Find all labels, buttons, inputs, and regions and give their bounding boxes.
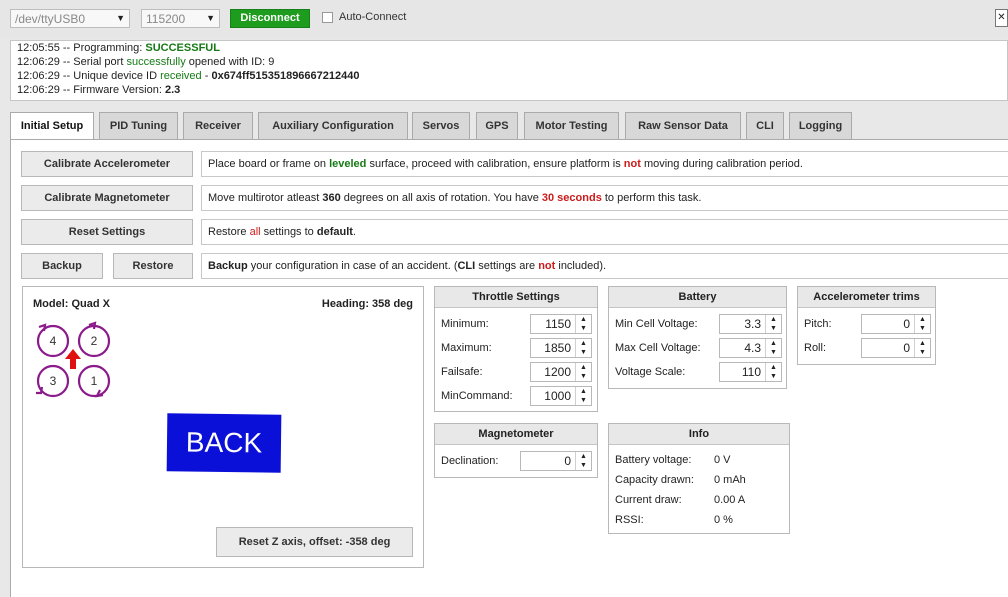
throttle-settings-title: Throttle Settings	[435, 287, 597, 308]
baud-select-value: 115200	[146, 12, 186, 26]
backup-button[interactable]: Backup	[21, 253, 103, 279]
throttle-maximum-label: Maximum:	[441, 342, 492, 354]
rssi-label: RSSI:	[615, 514, 644, 526]
current-draw-label: Current draw:	[615, 494, 682, 506]
log-line: 12:06:29 -- Firmware Version: 2.3	[17, 84, 181, 96]
tab-auxiliary-configuration[interactable]: Auxiliary Configuration	[258, 112, 408, 139]
tab-cli[interactable]: CLI	[746, 112, 784, 139]
chevron-down-icon: ▼	[116, 13, 125, 23]
close-icon[interactable]: ✕	[995, 9, 1008, 27]
capacity-drawn-label: Capacity drawn:	[615, 474, 694, 486]
stepper-icon: ▲ ▼	[575, 339, 591, 357]
chevron-down-icon: ▼	[206, 13, 215, 23]
magnetometer-title: Magnetometer	[435, 424, 597, 445]
stepper-icon: ▲ ▼	[914, 339, 930, 357]
top-toolbar: /dev/ttyUSB0 ▼ 115200 ▼ Disconnect Auto-…	[0, 0, 1008, 38]
roll-trim-label: Roll:	[804, 342, 827, 354]
auto-connect-toggle[interactable]: Auto-Connect	[322, 11, 406, 23]
calibrate-accelerometer-button[interactable]: Calibrate Accelerometer	[21, 151, 193, 177]
tab-receiver[interactable]: Receiver	[183, 112, 253, 139]
accelerometer-trims-title: Accelerometer trims	[798, 287, 935, 308]
stepper-icon: ▲ ▼	[765, 339, 781, 357]
motor-3-label: 3	[50, 374, 57, 388]
battery-voltage-label: Battery voltage:	[615, 454, 692, 466]
min-cell-voltage-input[interactable]: 3.3 ▲ ▼	[719, 314, 782, 334]
calibrate-accelerometer-description: Place board or frame on leveled surface,…	[201, 151, 1008, 177]
throttle-failsafe-label: Failsafe:	[441, 366, 483, 378]
throttle-mincommand-label: MinCommand:	[441, 390, 513, 402]
info-title: Info	[609, 424, 789, 445]
motor-4-label: 4	[50, 334, 57, 348]
battery-box: Battery Min Cell Voltage: 3.3 ▲ ▼ Max Cell…	[608, 286, 787, 389]
heading-label: Heading: 358 deg	[321, 298, 413, 310]
pitch-trim-label: Pitch:	[804, 318, 832, 330]
battery-voltage-value: 0 V	[714, 454, 731, 466]
quad-x-diagram: 4 2 3 1	[36, 321, 111, 398]
port-select-value: /dev/ttyUSB0	[15, 12, 86, 26]
restore-button[interactable]: Restore	[113, 253, 193, 279]
direction-arrow-icon	[65, 349, 81, 369]
tab-logging[interactable]: Logging	[789, 112, 852, 139]
rssi-value: 0 %	[714, 514, 733, 526]
stepper-icon: ▲ ▼	[914, 315, 930, 333]
stepper-icon: ▲ ▼	[575, 452, 591, 470]
port-select[interactable]: /dev/ttyUSB0 ▼	[10, 9, 130, 28]
auto-connect-checkbox[interactable]	[322, 11, 333, 23]
model-view: Model: Quad X Heading: 358 deg 4 2 3 1 B…	[22, 286, 424, 568]
info-box: Info Battery voltage: 0 V Capacity drawn…	[608, 423, 790, 534]
max-cell-voltage-input[interactable]: 4.3 ▲ ▼	[719, 338, 782, 358]
auto-connect-label: Auto-Connect	[339, 11, 407, 23]
throttle-minimum-input[interactable]: 1150 ▲ ▼	[530, 314, 592, 334]
motor-2-label: 2	[91, 334, 98, 348]
throttle-minimum-label: Minimum:	[441, 318, 489, 330]
tab-motor-testing[interactable]: Motor Testing	[524, 112, 619, 139]
throttle-settings-box: Throttle Settings Minimum: 1150 ▲ ▼ Maximu…	[434, 286, 598, 412]
stepper-icon: ▲ ▼	[575, 363, 591, 381]
stepper-icon: ▲ ▼	[765, 315, 781, 333]
baud-select[interactable]: 115200 ▼	[141, 9, 220, 28]
stepper-icon: ▲ ▼	[765, 363, 781, 381]
motor-1-label: 1	[91, 374, 98, 388]
model-label: Model: Quad X	[33, 298, 110, 310]
log-line: 12:06:29 -- Serial port successfully ope…	[17, 56, 275, 68]
magnetometer-box: Magnetometer Declination: 0 ▲ ▼	[434, 423, 598, 478]
battery-title: Battery	[609, 287, 786, 308]
current-draw-value: 0.00 A	[714, 494, 746, 506]
calibrate-magnetometer-button[interactable]: Calibrate Magnetometer	[21, 185, 193, 211]
capacity-drawn-value: 0 mAh	[714, 474, 746, 486]
stepper-icon: ▲ ▼	[575, 387, 591, 405]
pitch-trim-input[interactable]: 0 ▲ ▼	[861, 314, 931, 334]
roll-trim-input[interactable]: 0 ▲ ▼	[861, 338, 931, 358]
reset-z-axis-button[interactable]: Reset Z axis, offset: -358 deg	[216, 527, 413, 557]
min-cell-voltage-label: Min Cell Voltage:	[615, 318, 698, 330]
log-line: 12:06:29 -- Unique device ID received - …	[17, 70, 360, 82]
voltage-scale-label: Voltage Scale:	[615, 366, 686, 378]
reset-settings-description: Restore all settings to default.	[201, 219, 1008, 245]
tab-initial-setup[interactable]: Initial Setup	[10, 112, 94, 140]
reset-settings-button[interactable]: Reset Settings	[21, 219, 193, 245]
accelerometer-trims-box: Accelerometer trims Pitch: 0 ▲ ▼ Roll: 0 ▲ ▼	[797, 286, 936, 365]
back-indicator: BACK	[166, 413, 282, 473]
tab-servos[interactable]: Servos	[412, 112, 470, 139]
console-log: 12:05:55 -- Programming: SUCCESSFUL 12:0…	[10, 40, 1008, 101]
stepper-icon: ▲ ▼	[575, 315, 591, 333]
tab-gps[interactable]: GPS	[476, 112, 518, 139]
disconnect-button[interactable]: Disconnect	[230, 9, 310, 28]
declination-input[interactable]: 0 ▲ ▼	[520, 451, 592, 471]
voltage-scale-input[interactable]: 110 ▲ ▼	[719, 362, 782, 382]
backup-description: Backup your configuration in case of an …	[201, 253, 1008, 279]
tab-pid-tuning[interactable]: PID Tuning	[99, 112, 178, 139]
throttle-maximum-input[interactable]: 1850 ▲ ▼	[530, 338, 592, 358]
throttle-mincommand-input[interactable]: 1000 ▲ ▼	[530, 386, 592, 406]
declination-label: Declination:	[441, 455, 499, 467]
max-cell-voltage-label: Max Cell Voltage:	[615, 342, 701, 354]
log-line: 12:05:55 -- Programming: SUCCESSFUL	[17, 42, 220, 54]
throttle-failsafe-input[interactable]: 1200 ▲ ▼	[530, 362, 592, 382]
calibrate-magnetometer-description: Move multirotor atleast 360 degrees on a…	[201, 185, 1008, 211]
initial-setup-panel: Calibrate Accelerometer Place board or f…	[10, 139, 1008, 597]
tab-raw-sensor-data[interactable]: Raw Sensor Data	[625, 112, 741, 139]
